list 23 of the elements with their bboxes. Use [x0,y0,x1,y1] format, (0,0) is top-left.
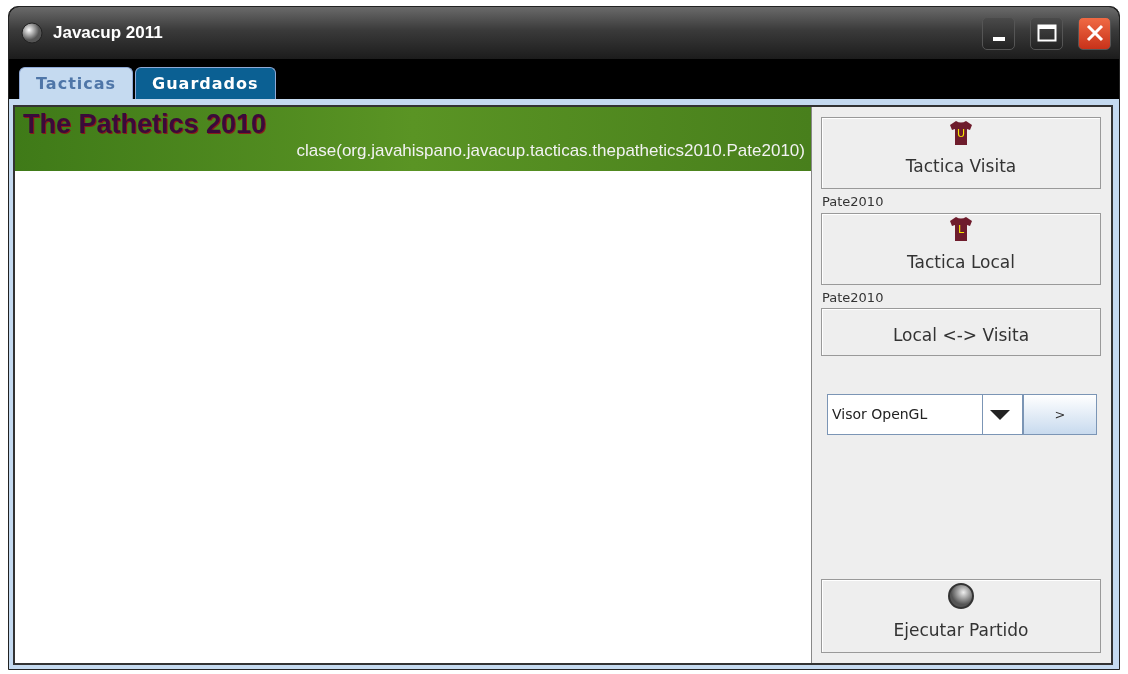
shirt-icon: U [949,120,973,146]
play-match-button[interactable]: Ejecutar Partido [821,579,1101,653]
tactic-name: The Pathetics 2010 [23,111,268,138]
tactic-label: Pate2010 [821,288,885,307]
tactic-item[interactable]: The Pathetics 2010 clase(org.javahispano.javacup.tacticas.thepathetics2010.Pate2010) [15,107,811,171]
visitor-tactic-button[interactable]: U Tactica Visita [821,117,1101,189]
local-tactic-button[interactable]: L Tactica Local [821,212,1101,285]
window-title: Javacup 2011 [53,22,164,45]
minimize-icon [992,37,1005,41]
viewer-dropdown[interactable]: Visor OpenGL [827,394,1023,435]
close-button[interactable] [1078,16,1111,50]
ball-icon [947,582,975,610]
minimize-button[interactable] [982,16,1015,50]
swap-button[interactable]: Local <-> Visita [821,308,1101,356]
shirt-icon: L [949,215,973,242]
tab[interactable]: Guardados [135,67,276,99]
go-button[interactable]: > [1023,394,1097,435]
tactic-label: Pate2010 [821,193,885,211]
ball-icon [21,22,43,44]
maximize-button[interactable] [1030,16,1063,50]
close-icon [1084,23,1105,43]
tactic-class: clase(org.javahispano.javacup.tacticas.thepathetics2010.Pate2010) [295,140,805,162]
maximize-icon [1036,24,1057,42]
